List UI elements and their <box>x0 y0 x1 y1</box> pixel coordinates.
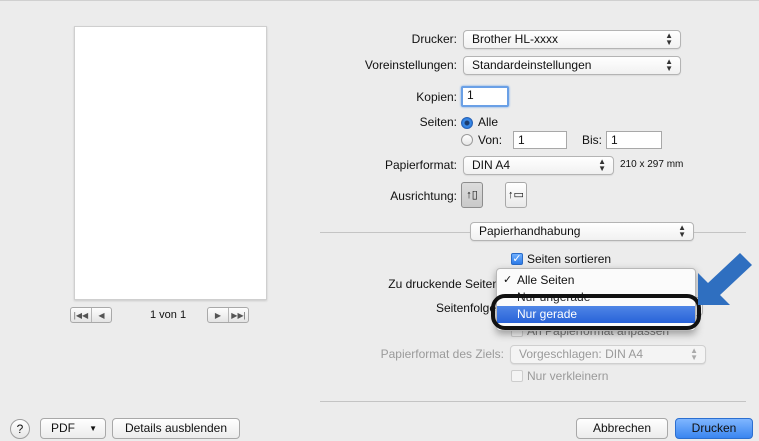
popup-arrows-icon: ▲ ▼ <box>665 31 673 47</box>
destination-paper-value: Vorgeschlagen: DIN A4 <box>519 347 644 361</box>
pages-label: Seiten: <box>419 115 457 129</box>
pages-all-label: Alle <box>478 115 499 129</box>
printer-label: Drucker: <box>411 32 457 46</box>
scale-down-only-label: Nur verkleinern <box>527 369 609 383</box>
paper-size-label: Papierformat: <box>384 158 457 172</box>
page-order-label: Seitenfolge <box>435 301 496 315</box>
menu-item-label: Alle Seiten <box>517 273 575 287</box>
collate-checkbox[interactable]: ✓ <box>511 253 523 265</box>
next-page-button[interactable]: ▶ <box>208 308 228 322</box>
print-dialog: |◀◀ ◀ 1 von 1 ▶ ▶▶| Drucker: Brother HL-… <box>0 0 759 441</box>
copies-label: Kopien: <box>416 90 457 104</box>
pages-from-label: Von: <box>478 133 503 147</box>
pdf-label: PDF <box>51 421 75 435</box>
checkmark-icon: ✓ <box>503 274 513 286</box>
pdf-menu-button[interactable]: PDF ▼ <box>40 418 106 439</box>
paper-size-value: DIN A4 <box>472 158 511 172</box>
menu-item-all-pages[interactable]: ✓ Alle Seiten <box>497 272 695 289</box>
section-popup[interactable]: Papierhandhabung ▲ ▼ <box>470 222 694 241</box>
first-page-button[interactable]: |◀◀ <box>71 308 91 322</box>
page-preview <box>74 26 267 300</box>
pages-to-field[interactable]: 1 <box>606 131 662 149</box>
orientation-label: Ausrichtung: <box>390 189 457 203</box>
pages-to-label: Bis: <box>582 133 603 147</box>
annotation-arrow-icon <box>698 253 752 305</box>
popup-arrows-icon: ▲ ▼ <box>598 157 606 173</box>
destination-paper-popup[interactable]: Vorgeschlagen: DIN A4 ▲ ▼ <box>510 345 706 364</box>
page-count: 1 von 1 <box>150 309 187 321</box>
collate-label: Seiten sortieren <box>527 252 612 266</box>
footer-separator <box>320 401 746 402</box>
last-page-button[interactable]: ▶▶| <box>228 308 248 322</box>
paper-size-popup[interactable]: DIN A4 ▲ ▼ <box>463 156 614 175</box>
chevron-down-icon: ▼ <box>89 424 97 433</box>
paper-dimensions: 210 x 297 mm <box>620 159 684 170</box>
help-button[interactable]: ? <box>10 419 30 439</box>
scale-down-only-checkbox[interactable] <box>511 370 523 382</box>
section-value: Papierhandhabung <box>479 224 581 238</box>
page-nav-back-group: |◀◀ ◀ <box>70 307 112 323</box>
popup-arrows-icon: ▲ ▼ <box>665 57 673 73</box>
pages-to-print-label: Zu druckende Seiten <box>388 277 499 291</box>
portrait-orientation-button[interactable]: ↑▯ <box>461 182 483 208</box>
previous-page-button[interactable]: ◀ <box>91 308 111 322</box>
printer-value: Brother HL-xxxx <box>472 32 559 46</box>
print-button[interactable]: Drucken <box>675 418 753 439</box>
presets-label: Voreinstellungen: <box>364 58 457 72</box>
copies-field[interactable]: 1 <box>461 86 509 107</box>
popup-arrows-icon: ▲ ▼ <box>690 346 698 362</box>
page-nav-forward-group: ▶ ▶▶| <box>207 307 249 323</box>
pages-all-radio[interactable] <box>461 117 473 129</box>
portrait-icon: ↑▯ <box>466 189 478 201</box>
presets-popup[interactable]: Standardeinstellungen ▲ ▼ <box>463 56 681 75</box>
highlight-ring <box>491 294 701 330</box>
separator-right <box>694 232 746 233</box>
printer-popup[interactable]: Brother HL-xxxx ▲ ▼ <box>463 30 681 49</box>
landscape-orientation-button[interactable]: ↑▭ <box>505 182 527 208</box>
popup-arrows-icon: ▲ ▼ <box>678 223 686 239</box>
pages-from-radio[interactable] <box>461 134 473 146</box>
destination-paper-label: Papierformat des Ziels: <box>380 347 504 361</box>
cancel-button[interactable]: Abbrechen <box>576 418 668 439</box>
presets-value: Standardeinstellungen <box>472 58 592 72</box>
pages-from-field[interactable]: 1 <box>513 131 567 149</box>
hide-details-button[interactable]: Details ausblenden <box>112 418 240 439</box>
separator-left <box>320 232 470 233</box>
landscape-icon: ↑▭ <box>508 189 524 201</box>
